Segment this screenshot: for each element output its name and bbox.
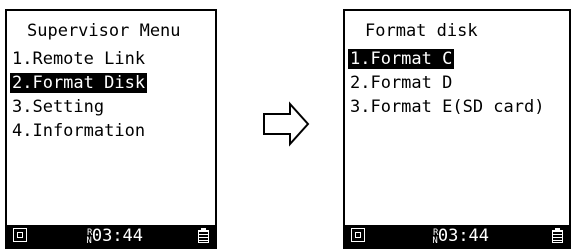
battery-icon xyxy=(552,228,563,243)
menu-item-remote-link[interactable]: 1.Remote Link xyxy=(10,47,147,71)
status-bar: RN03:44 xyxy=(7,225,215,247)
battery-icon xyxy=(198,228,209,243)
status-time: RN03:44 xyxy=(86,226,144,246)
menu-item-format-e[interactable]: 3.Format E(SD card) xyxy=(348,95,546,119)
status-bar: RN03:44 xyxy=(345,225,569,247)
menu-item-information[interactable]: 4.Information xyxy=(10,119,147,143)
right-device-screen: Format disk 1.Format C 2.Format D 3.Form… xyxy=(343,9,571,249)
supervisor-menu-list: 1.Remote Link 2.Format Disk 3.Setting 4.… xyxy=(10,47,148,143)
left-device-screen: Supervisor Menu 1.Remote Link 2.Format D… xyxy=(5,9,217,249)
menu-item-setting[interactable]: 3.Setting xyxy=(10,95,147,119)
menu-item-format-d[interactable]: 2.Format D xyxy=(348,71,546,95)
signal-icon xyxy=(351,228,365,242)
menu-item-format-disk[interactable]: 2.Format Disk xyxy=(10,71,148,95)
menu-item-format-c[interactable]: 1.Format C xyxy=(348,47,546,71)
arrow-right-icon xyxy=(263,101,310,147)
menu-title: Supervisor Menu xyxy=(27,21,181,41)
status-time: RN03:44 xyxy=(432,226,490,246)
format-disk-menu-list: 1.Format C 2.Format D 3.Format E(SD card… xyxy=(348,47,546,119)
signal-icon xyxy=(13,228,27,242)
menu-title: Format disk xyxy=(365,21,478,41)
